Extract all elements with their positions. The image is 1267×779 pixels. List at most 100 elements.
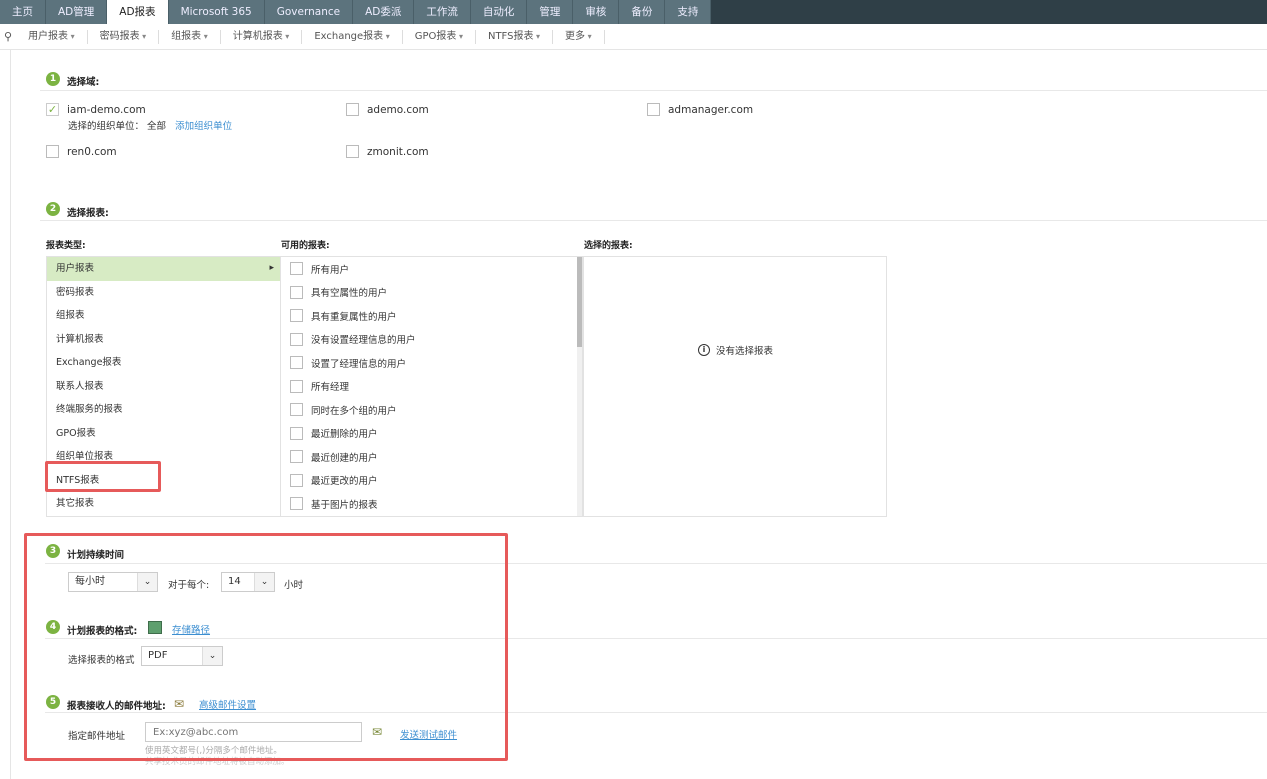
report-type-item[interactable]: 终端服务的报表 <box>47 398 280 422</box>
report-type-item[interactable]: 其它报表 <box>47 492 280 516</box>
available-report-item[interactable]: 所有用户 <box>281 257 582 281</box>
subnav-item-6[interactable]: NTFS报表 <box>476 29 554 44</box>
subnav-item-0[interactable]: 用户报表 <box>16 29 88 44</box>
report-name: 没有设置经理信息的用户 <box>311 335 416 347</box>
report-name: 最近创建的用户 <box>311 452 378 464</box>
highlight-box <box>24 533 508 761</box>
search-icon[interactable]: ⚲ <box>0 30 16 43</box>
domain-option[interactable]: admanager.com <box>647 103 753 116</box>
ou-value: 全部 <box>147 121 167 132</box>
col-header-types: 报表类型: <box>46 241 86 251</box>
domain-option[interactable]: zmonit.com <box>346 145 429 158</box>
report-name: 所有经理 <box>311 382 350 394</box>
report-name: 具有空属性的用户 <box>311 288 388 300</box>
section-title: 选择域: <box>67 77 100 88</box>
report-name: 具有重复属性的用户 <box>311 311 397 323</box>
checkbox[interactable] <box>346 103 359 116</box>
report-name: 最近更改的用户 <box>311 476 378 488</box>
checkbox[interactable] <box>290 497 303 511</box>
tab-10[interactable]: 备份 <box>619 0 666 24</box>
checkbox[interactable] <box>290 332 303 346</box>
selected-report-panel: i 没有选择报表 <box>583 256 887 517</box>
report-name: 设置了经理信息的用户 <box>311 358 407 370</box>
report-type-item[interactable]: 用户报表 ▸ <box>47 257 280 281</box>
tab-11[interactable]: 支持 <box>665 0 712 24</box>
tab-2[interactable]: AD报表 <box>107 0 169 24</box>
add-ou-link[interactable]: 添加组织单位 <box>175 121 232 132</box>
available-report-item[interactable]: 最近删除的用户 <box>281 422 582 446</box>
tab-5[interactable]: AD委派 <box>353 0 415 24</box>
scrollbar[interactable] <box>577 257 582 516</box>
tab-8[interactable]: 管理 <box>527 0 574 24</box>
domain-option[interactable]: ✓ iam-demo.com <box>46 103 146 116</box>
report-name: 所有用户 <box>311 264 350 276</box>
step-2-badge: 2 <box>46 202 60 216</box>
checkbox[interactable]: ✓ <box>46 103 59 116</box>
report-type-item[interactable]: Exchange报表 <box>47 351 280 375</box>
ou-label: 选择的组织单位： <box>68 121 145 132</box>
tab-4[interactable]: Governance <box>264 0 354 24</box>
report-name: 基于图片的报表 <box>311 499 378 511</box>
chevron-right-icon: ▸ <box>269 263 274 273</box>
col-header-selected: 选择的报表: <box>584 241 633 251</box>
top-nav: 主页 AD管理 AD报表 Microsoft 365 Governance AD委派 工作流… <box>0 0 1267 24</box>
available-report-item[interactable]: 最近创建的用户 <box>281 445 582 469</box>
report-type-item[interactable]: 计算机报表 <box>47 328 280 352</box>
available-report-item[interactable]: 基于图片的报表 <box>281 492 582 516</box>
domain-name: zmonit.com <box>367 145 429 158</box>
domain-name: iam-demo.com <box>67 103 146 116</box>
checkbox[interactable] <box>290 262 303 276</box>
divider <box>40 90 1267 91</box>
domain-option[interactable]: ren0.com <box>46 145 117 158</box>
checkbox[interactable] <box>290 379 303 393</box>
checkbox[interactable] <box>290 285 303 299</box>
checkbox[interactable] <box>46 145 59 158</box>
checkbox[interactable] <box>290 403 303 417</box>
domain-option[interactable]: ademo.com <box>346 103 429 116</box>
section-title: 选择报表: <box>67 208 109 219</box>
divider <box>10 50 11 779</box>
divider <box>40 220 1267 221</box>
info-icon: i <box>698 344 710 356</box>
domain-name: admanager.com <box>668 103 754 116</box>
available-report-item[interactable]: 所有经理 <box>281 375 582 399</box>
domain-name: ademo.com <box>367 103 429 116</box>
checkbox[interactable] <box>290 309 303 323</box>
checkbox[interactable] <box>290 450 303 464</box>
tab-1[interactable]: AD管理 <box>46 0 108 24</box>
subnav-item-2[interactable]: 组报表 <box>159 29 221 44</box>
available-report-item[interactable]: 最近更改的用户 <box>281 469 582 493</box>
subnav-item-5[interactable]: GPO报表 <box>403 29 476 44</box>
available-report-item[interactable]: 设置了经理信息的用户 <box>281 351 582 375</box>
checkbox[interactable] <box>290 426 303 440</box>
report-name: 同时在多个组的用户 <box>311 405 397 417</box>
highlight-box <box>45 461 161 492</box>
empty-text: 没有选择报表 <box>716 346 774 357</box>
subnav-item-1[interactable]: 密码报表 <box>88 29 160 44</box>
available-report-item[interactable]: 同时在多个组的用户 <box>281 398 582 422</box>
checkbox[interactable] <box>647 103 660 116</box>
report-name: 最近删除的用户 <box>311 429 378 441</box>
checkbox[interactable] <box>290 356 303 370</box>
subnav-item-7[interactable]: 更多 <box>553 29 605 44</box>
domain-name: ren0.com <box>67 145 117 158</box>
checkbox[interactable] <box>290 473 303 487</box>
tab-9[interactable]: 审核 <box>573 0 620 24</box>
tab-6[interactable]: 工作流 <box>414 0 471 24</box>
available-report-item[interactable]: 具有重复属性的用户 <box>281 304 582 328</box>
report-type-item[interactable]: 联系人报表 <box>47 375 280 399</box>
step-1-badge: 1 <box>46 72 60 86</box>
tab-3[interactable]: Microsoft 365 <box>168 0 265 24</box>
col-header-available: 可用的报表: <box>281 241 330 251</box>
report-type-item[interactable]: 组报表 <box>47 304 280 328</box>
available-report-item[interactable]: 具有空属性的用户 <box>281 281 582 305</box>
report-type-item[interactable]: GPO报表 <box>47 422 280 446</box>
ou-row: 选择的组织单位： 全部 添加组织单位 <box>68 118 232 132</box>
subnav-item-3[interactable]: 计算机报表 <box>221 29 303 44</box>
tab-7[interactable]: 自动化 <box>470 0 528 24</box>
available-report-item[interactable]: 没有设置经理信息的用户 <box>281 328 582 352</box>
report-type-item[interactable]: 密码报表 <box>47 281 280 305</box>
checkbox[interactable] <box>346 145 359 158</box>
subnav-item-4[interactable]: Exchange报表 <box>302 29 403 44</box>
tab-0[interactable]: 主页 <box>0 0 46 24</box>
